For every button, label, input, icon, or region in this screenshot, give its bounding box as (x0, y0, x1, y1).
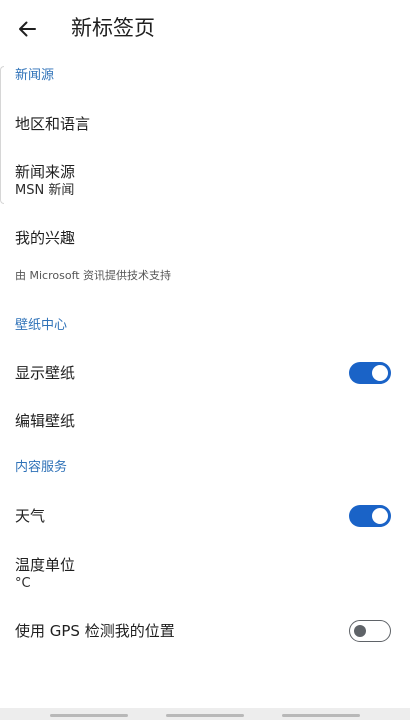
show-wallpaper-label: 显示壁纸 (15, 364, 76, 382)
toggle-knob (372, 365, 388, 381)
nav-home-handle[interactable] (166, 714, 244, 717)
edit-wallpaper-item[interactable]: 编辑壁纸 (0, 404, 410, 440)
nav-back-handle[interactable] (282, 714, 360, 717)
temperature-unit-label: 温度单位 (15, 556, 76, 574)
page-title: 新标签页 (71, 16, 155, 40)
attribution-text: 由 Microsoft 资讯提供技术支持 (15, 269, 172, 282)
weather-label: 天气 (15, 507, 46, 525)
region-language-item[interactable]: 地区和语言 (0, 104, 410, 144)
toggle-knob (354, 624, 366, 637)
app-bar: 新标签页 (0, 0, 410, 58)
nav-recents-handle[interactable] (50, 714, 128, 717)
temperature-unit-item[interactable]: 温度单位 °C (0, 550, 410, 598)
gps-location-label: 使用 GPS 检测我的位置 (15, 622, 175, 640)
show-wallpaper-toggle[interactable] (349, 362, 391, 384)
gps-location-toggle[interactable] (349, 620, 391, 642)
news-source-item[interactable]: 新闻来源 MSN 新闻 (0, 156, 410, 204)
news-source-value: MSN 新闻 (15, 183, 75, 198)
show-wallpaper-item[interactable]: 显示壁纸 (0, 356, 410, 392)
news-source-label: 新闻来源 (15, 163, 76, 181)
back-arrow-icon (19, 21, 36, 37)
edit-wallpaper-label: 编辑壁纸 (15, 412, 76, 430)
weather-toggle[interactable] (349, 505, 391, 527)
section-header-content: 内容服务 (15, 460, 68, 475)
interests-label: 我的兴趣 (15, 229, 76, 247)
temperature-unit-value: °C (15, 576, 31, 591)
section-header-wallpaper: 壁纸中心 (15, 318, 68, 333)
weather-item[interactable]: 天气 (0, 498, 410, 534)
toggle-knob (372, 508, 388, 524)
back-button[interactable] (13, 15, 41, 43)
section-header-news: 新闻源 (15, 68, 55, 83)
region-language-label: 地区和语言 (15, 115, 91, 133)
system-nav-bar (0, 708, 410, 720)
gps-location-item[interactable]: 使用 GPS 检测我的位置 (0, 612, 410, 648)
interests-item[interactable]: 我的兴趣 (0, 220, 410, 258)
